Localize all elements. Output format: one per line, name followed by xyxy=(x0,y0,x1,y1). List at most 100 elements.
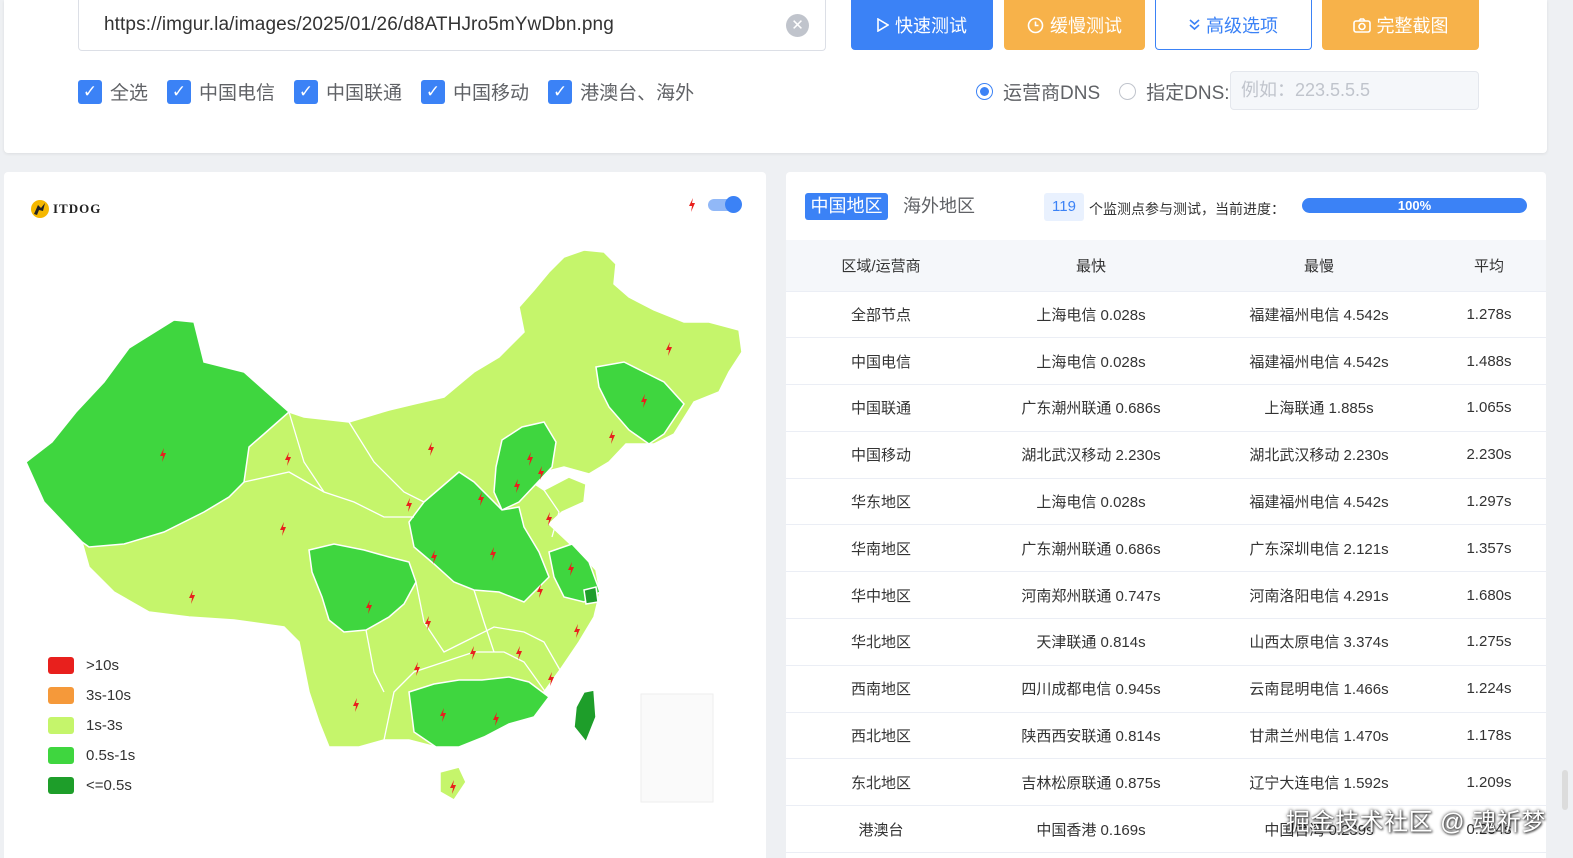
slowest-cell: 广东深圳电信 2.121s xyxy=(1206,524,1432,573)
slowest-cell: 甘肃兰州电信 1.470s xyxy=(1206,712,1432,760)
region-cell: 东北地区 xyxy=(786,758,976,807)
slow-test-label: 缓慢测试 xyxy=(1050,16,1122,36)
radio-custom-dns[interactable] xyxy=(1119,83,1137,100)
results-panel: 中国地区 海外地区 119 个监测点参与测试，当前进度： 100% 区域/运营商… xyxy=(786,172,1546,858)
chevron-double-down-icon xyxy=(1189,18,1200,30)
checkbox-label: 港澳台、海外 xyxy=(580,83,695,104)
table-row: 东北地区 吉林松原联通 0.875s 辽宁大连电信 1.592s 1.209s xyxy=(786,758,1546,807)
dns-radio-group: 运营商DNS 指定DNS: xyxy=(976,78,1230,105)
results-table: 区域/运营商 最快 最慢 平均 全部节点 上海电信 0.028s 福建福州电信 4.… xyxy=(786,240,1546,854)
slowest-cell: 湖北武汉移动 2.230s xyxy=(1206,431,1432,479)
legend-label: 3s-10s xyxy=(86,686,132,704)
legend-item[interactable]: >10s xyxy=(48,650,135,680)
radio-isp-dns-label: 运营商DNS xyxy=(1003,83,1101,104)
page-scrollbar[interactable] xyxy=(1562,770,1568,810)
fastest-cell: 天津联通 0.814s xyxy=(976,618,1206,666)
slow-test-button[interactable]: 缓慢测试 xyxy=(1004,0,1145,50)
slowest-cell: 辽宁大连电信 1.592s xyxy=(1206,758,1432,807)
map-legend: >10s 3s-10s 1s-3s 0.5s-1s <=0.5s xyxy=(48,650,135,800)
table-row: 中国移动 湖北武汉移动 2.230s 湖北武汉移动 2.230s 2.230s xyxy=(786,431,1546,479)
legend-item[interactable]: 1s-3s xyxy=(48,710,135,740)
legend-label: <=0.5s xyxy=(86,776,132,794)
table-row: 中国联通 广东潮州联通 0.686s 上海联通 1.885s 1.065s xyxy=(786,384,1546,432)
fastest-cell: 广东潮州联通 0.686s xyxy=(976,384,1206,432)
checkbox-china-mobile[interactable]: ✓ 中国移动 xyxy=(421,78,529,105)
fastest-cell: 上海电信 0.028s xyxy=(976,291,1206,339)
slowest-cell: 福建福州电信 4.542s xyxy=(1206,291,1432,339)
checkbox-hk-mo-tw-overseas[interactable]: ✓ 港澳台、海外 xyxy=(548,78,694,105)
radio-isp-dns[interactable] xyxy=(976,83,993,100)
average-cell: 1.357s xyxy=(1432,524,1546,573)
region-cell: 中国移动 xyxy=(786,431,976,479)
table-row: 西南地区 四川成都电信 0.945s 云南昆明电信 1.466s 1.224s xyxy=(786,665,1546,713)
region-cell: 华中地区 xyxy=(786,571,976,620)
table-row: 西北地区 陕西西安联通 0.814s 甘肃兰州电信 1.470s 1.178s xyxy=(786,712,1546,760)
legend-item[interactable]: <=0.5s xyxy=(48,770,135,800)
legend-item[interactable]: 3s-10s xyxy=(48,680,135,710)
legend-swatch xyxy=(48,656,74,674)
checkmark-icon: ✓ xyxy=(78,79,102,104)
quick-test-label: 快速测试 xyxy=(895,16,967,36)
fastest-cell: 广东潮州联通 0.686s xyxy=(976,524,1206,573)
advanced-options-label: 高级选项 xyxy=(1206,15,1278,36)
checkmark-icon: ✓ xyxy=(548,79,573,104)
table-row: 华东地区 上海电信 0.028s 福建福州电信 4.542s 1.297s xyxy=(786,478,1546,526)
legend-label: >10s xyxy=(86,656,119,674)
legend-item[interactable]: 0.5s-1s xyxy=(48,740,135,770)
map-panel: ITDOG >10s 3s-10s 1s-3s 0.5s-1s <=0.5s xyxy=(4,172,766,858)
fastest-cell: 上海电信 0.028s xyxy=(976,478,1206,526)
node-count-badge: 119 xyxy=(1044,193,1084,221)
radio-custom-dns-label: 指定DNS: xyxy=(1146,83,1230,104)
legend-label: 1s-3s xyxy=(86,716,123,734)
advanced-options-button[interactable]: 高级选项 xyxy=(1155,0,1312,50)
fastest-cell: 湖北武汉移动 2.230s xyxy=(976,431,1206,479)
slowest-cell: 福建福州电信 4.542s xyxy=(1206,478,1432,526)
fastest-cell: 中国香港 0.169s xyxy=(976,805,1206,854)
tab-overseas[interactable]: 海外地区 xyxy=(903,193,975,220)
checkbox-select-all[interactable]: ✓ 全选 xyxy=(78,78,148,105)
legend-swatch xyxy=(48,776,74,794)
average-cell: 2.230s xyxy=(1432,431,1546,479)
slowest-cell: 福建福州电信 4.542s xyxy=(1206,337,1432,386)
camera-icon xyxy=(1352,17,1371,33)
map-region-taiwan xyxy=(573,689,597,744)
slowest-cell: 云南昆明电信 1.466s xyxy=(1206,665,1432,713)
map-region-guangdong xyxy=(408,676,551,748)
checkbox-china-telecom[interactable]: ✓ 中国电信 xyxy=(167,78,275,105)
region-cell: 全部节点 xyxy=(786,291,976,339)
table-row: 华北地区 天津联通 0.814s 山西太原电信 3.374s 1.275s xyxy=(786,618,1546,666)
legend-swatch xyxy=(48,716,74,734)
region-cell: 港澳台 xyxy=(786,805,976,854)
full-screenshot-button[interactable]: 完整截图 xyxy=(1322,0,1479,50)
test-form-panel: https://imgur.la/images/2025/01/26/d8ATH… xyxy=(4,0,1547,153)
carrier-checkbox-group: ✓ 全选 ✓ 中国电信 ✓ 中国联通 ✓ 中国移动 ✓ 港澳台、海外 xyxy=(78,78,713,105)
average-cell: 1.278s xyxy=(1432,291,1546,339)
url-input-value: https://imgur.la/images/2025/01/26/d8ATH… xyxy=(104,14,614,35)
legend-swatch xyxy=(48,746,74,764)
url-input[interactable]: https://imgur.la/images/2025/01/26/d8ATH… xyxy=(78,0,826,51)
region-cell: 西南地区 xyxy=(786,665,976,713)
average-cell: 1.275s xyxy=(1432,618,1546,666)
quick-test-button[interactable]: 快速测试 xyxy=(851,0,993,50)
table-row: 华南地区 广东潮州联通 0.686s 广东深圳电信 2.121s 1.357s xyxy=(786,524,1546,573)
table-row: 华中地区 河南郑州联通 0.747s 河南洛阳电信 4.291s 1.680s xyxy=(786,571,1546,620)
slowest-cell: 上海联通 1.885s xyxy=(1206,384,1432,432)
table-row: 全部节点 上海电信 0.028s 福建福州电信 4.542s 1.278s xyxy=(786,291,1546,339)
region-cell: 华东地区 xyxy=(786,478,976,526)
checkmark-icon: ✓ xyxy=(294,79,319,104)
column-header: 区域/运营商 xyxy=(786,240,976,292)
checkbox-label: 全选 xyxy=(110,83,149,104)
checkmark-icon: ✓ xyxy=(421,79,446,104)
close-circle-icon[interactable]: ✕ xyxy=(786,14,809,37)
checkbox-china-unicom[interactable]: ✓ 中国联通 xyxy=(294,78,402,105)
tab-china[interactable]: 中国地区 xyxy=(805,193,888,220)
timer-icon xyxy=(1027,17,1044,33)
full-screenshot-label: 完整截图 xyxy=(1376,16,1449,36)
average-cell: 1.224s xyxy=(1432,665,1546,713)
column-header: 最快 xyxy=(976,240,1206,292)
custom-dns-input[interactable]: 例如：223.5.5.5 xyxy=(1230,71,1479,110)
average-cell: 1.065s xyxy=(1432,384,1546,432)
table-row: 中国电信 上海电信 0.028s 福建福州电信 4.542s 1.488s xyxy=(786,337,1546,386)
region-cell: 中国电信 xyxy=(786,337,976,386)
legend-swatch xyxy=(48,686,74,704)
